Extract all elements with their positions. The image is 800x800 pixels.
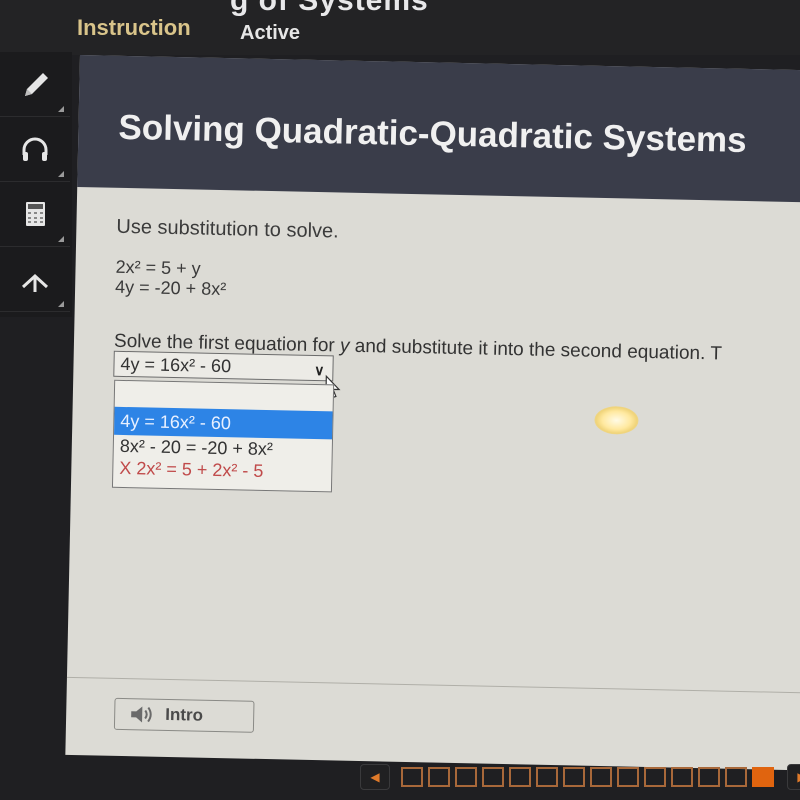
tool-sidebar (0, 52, 72, 317)
page-indicator[interactable] (563, 767, 585, 787)
tool-menu-corner-icon (58, 171, 64, 177)
intro-audio-button[interactable]: Intro (113, 697, 255, 733)
footer-divider (66, 676, 800, 694)
calculator-tool-button[interactable] (0, 182, 70, 247)
previous-page-button[interactable]: ◀ (360, 764, 390, 790)
page-navigation: ◀ ▶ (360, 762, 800, 792)
pencil-tool-button[interactable] (0, 52, 70, 117)
tool-menu-corner-icon (58, 106, 64, 112)
page-indicator[interactable] (428, 767, 450, 787)
pencil-icon (25, 73, 48, 96)
highlight-tool-button[interactable] (0, 247, 70, 312)
prompt-text-end: and substitute it into the second equati… (349, 335, 723, 365)
dropdown-options-list: 4y = 16x² - 60 8x² - 20 = -20 + 8x² X 2x… (111, 379, 335, 493)
page-title: Solving Quadratic-Quadratic Systems (118, 107, 748, 160)
lesson-panel: Solving Quadratic-Quadratic Systems Use … (65, 55, 800, 771)
page-indicator[interactable] (536, 767, 558, 787)
next-page-button[interactable]: ▶ (787, 764, 800, 790)
audio-tool-button[interactable] (0, 117, 70, 182)
page-indicators (401, 767, 774, 787)
screen-glare (594, 405, 639, 435)
page-indicator[interactable] (401, 767, 423, 787)
chevron-down-icon[interactable]: ∨ (314, 358, 325, 382)
page-indicator[interactable] (644, 767, 666, 787)
question-content: Use substitution to solve. 2x² = 5 + y 4… (111, 215, 800, 493)
page-indicator[interactable] (725, 767, 747, 787)
lesson-header: Solving Quadratic-Quadratic Systems (77, 55, 800, 203)
tab-instruction[interactable]: Instruction (77, 15, 191, 41)
page-indicator[interactable] (482, 767, 504, 787)
screen: g of Systems Instruction Active Solving … (0, 0, 800, 800)
course-title: g of Systems (230, 0, 429, 17)
tool-menu-corner-icon (58, 236, 64, 242)
page-indicator[interactable] (455, 767, 477, 787)
page-indicator[interactable] (617, 767, 639, 787)
page-indicator[interactable] (509, 767, 531, 787)
intro-label: Intro (165, 704, 204, 725)
arrow-up-icon (21, 273, 49, 292)
page-indicator[interactable] (590, 767, 612, 787)
dropdown-selected-value: 4y = 16x² - 60 (120, 353, 232, 377)
calculator-icon (26, 202, 45, 226)
top-bar: g of Systems Instruction Active (0, 0, 800, 55)
arrow-left-icon: ◀ (370, 770, 380, 784)
page-indicator-current[interactable] (752, 767, 774, 787)
tab-active[interactable]: Active (240, 22, 300, 45)
headphones-icon (22, 137, 48, 161)
instruction-text: Use substitution to solve. (116, 215, 339, 243)
page-indicator[interactable] (671, 767, 693, 787)
dropdown-option[interactable]: 4y = 16x² - 60 (114, 406, 333, 440)
answer-dropdown[interactable]: 4y = 16x² - 60 ∨ 4y = 16x² - 60 8x² - 20… (111, 350, 341, 493)
prompt-variable: y (339, 335, 350, 357)
tool-menu-corner-icon (58, 301, 64, 307)
speaker-icon (131, 706, 152, 723)
page-indicator[interactable] (698, 767, 720, 787)
dropdown-option-incorrect[interactable]: X 2x² = 5 + 2x² - 5 (113, 457, 331, 484)
